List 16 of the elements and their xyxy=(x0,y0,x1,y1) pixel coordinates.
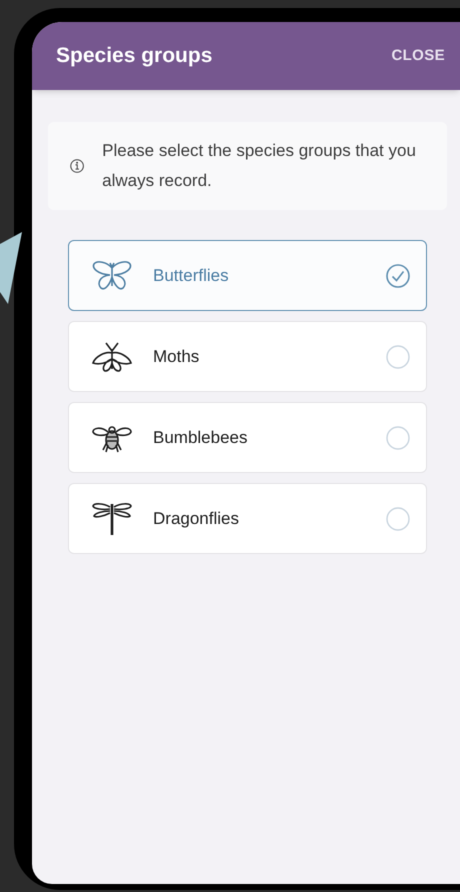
pointer-arrow-drawing xyxy=(0,232,22,304)
empty-circle-icon xyxy=(386,344,410,368)
close-button[interactable]: CLOSE xyxy=(391,44,445,68)
empty-circle-icon xyxy=(386,426,410,450)
species-group-option[interactable]: Bumblebees xyxy=(68,402,427,473)
checked-circle-icon xyxy=(386,264,410,288)
dragonfly-icon xyxy=(91,500,133,536)
moth-icon xyxy=(91,340,133,372)
species-group-option[interactable]: Moths xyxy=(68,321,427,392)
butterfly-icon xyxy=(91,260,133,292)
info-text: Please select the species groups that you always record. xyxy=(102,140,417,192)
header-title: Species groups xyxy=(56,43,212,70)
empty-circle-icon xyxy=(386,506,410,530)
species-group-option[interactable]: Butterflies xyxy=(68,240,427,311)
info-icon xyxy=(70,157,84,175)
species-group-option[interactable]: Dragonflies xyxy=(68,483,427,554)
